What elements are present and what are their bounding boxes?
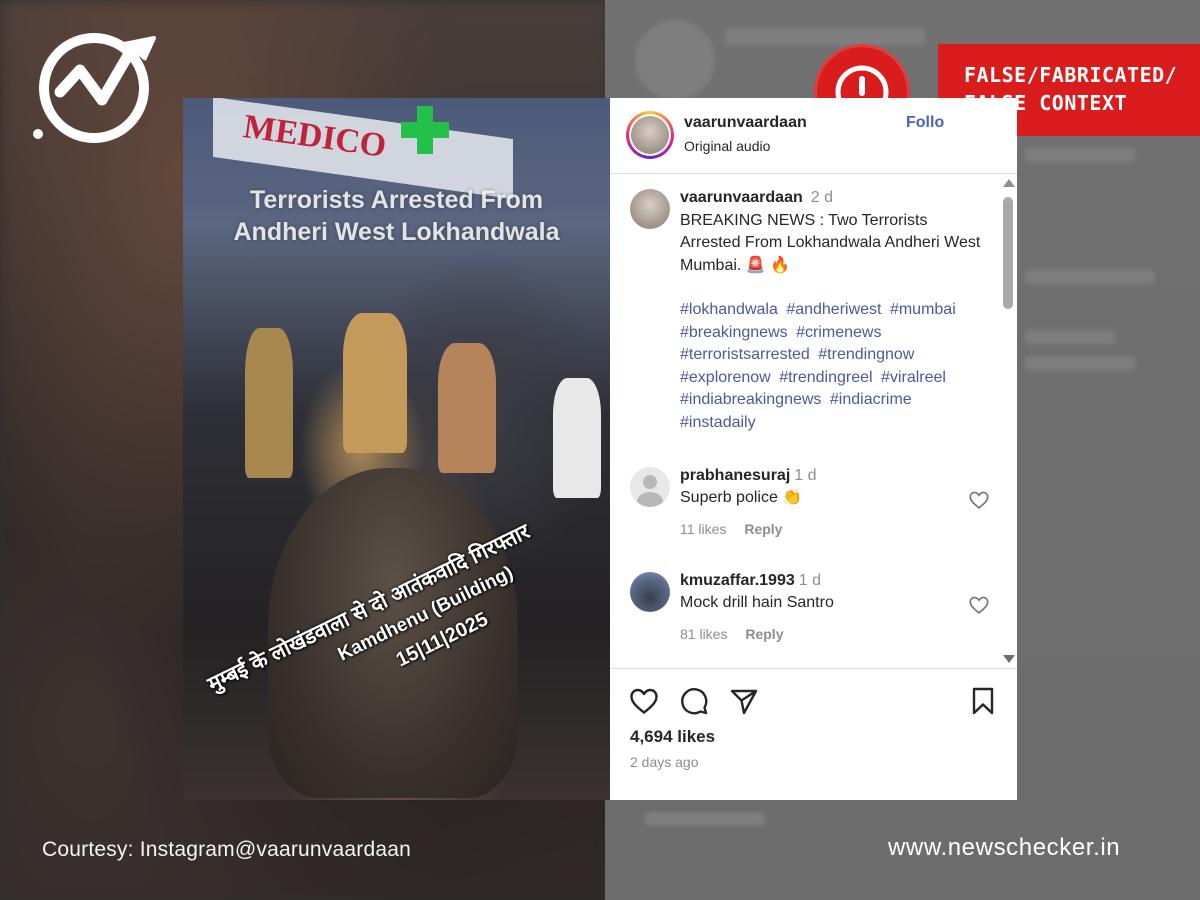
newschecker-logo [32,30,162,150]
video-title-line-1: Terrorists Arrested From [249,186,544,214]
comment-text: Superb police 👏 [680,489,803,506]
reel-video-frame[interactable]: MEDICO Terrorists Arrested From Andheri … [183,98,610,800]
comment-bubble-icon[interactable] [678,685,710,717]
comment-time: 1 d [798,572,821,589]
hashtag-link[interactable]: #mumbai [890,301,956,318]
comment-text: Mock drill hain Santro [680,594,834,611]
hashtag-link[interactable]: #breakingnews [680,324,788,341]
reply-button[interactable]: Reply [745,626,783,642]
comment-like-heart-icon[interactable] [968,489,990,511]
save-bookmark-icon[interactable] [967,685,999,717]
original-audio-link[interactable]: Original audio [684,138,770,154]
hashtag-link[interactable]: #indiabreakingnews [680,391,821,408]
crowd-figure [553,378,601,498]
comment-username[interactable]: kmuzaffar.1993 [680,572,795,589]
video-title-line-2: Andheri West Lokhandwala [233,218,560,246]
caption-avatar[interactable] [630,189,670,229]
instagram-post-panel: vaarunvaardaan Original audio Follo vaar… [610,98,1017,800]
like-heart-icon[interactable] [628,685,660,717]
story-avatar[interactable] [626,111,674,159]
pharmacy-cross-icon [401,106,449,154]
caption-time: 2 d [810,189,833,206]
follow-button[interactable]: Follo [906,114,944,132]
comment-username[interactable]: prabhanesuraj [680,467,790,484]
comments-scrollbar[interactable] [1002,175,1015,667]
reply-button[interactable]: Reply [744,521,782,537]
hashtag-link[interactable]: #indiacrime [830,391,912,408]
hashtag-list: #lokhandwala #andheriwest #mumbai #break… [680,299,985,434]
hashtag-link[interactable]: #instadaily [680,414,756,431]
scrollbar-thumb[interactable] [1003,197,1013,309]
hashtag-link[interactable]: #lokhandwala [680,301,778,318]
video-overlay-title: Terrorists Arrested From Andheri West Lo… [183,184,610,248]
post-likes-count[interactable]: 4,694 likes [630,727,715,747]
police-officer-figure [245,328,293,478]
comment-like-heart-icon[interactable] [968,594,990,616]
hashtag-link[interactable]: #trendingnow [818,346,914,363]
caption-username[interactable]: vaarunvaardaan [680,189,803,206]
comment-likes[interactable]: 81 likes [680,626,727,642]
hashtag-link[interactable]: #viralreel [881,369,946,386]
hashtag-link[interactable]: #explorenow [680,369,771,386]
comments-scroll-area[interactable]: vaarunvaardaan 2 d BREAKING NEWS : Two Te… [610,175,1017,667]
share-send-icon[interactable] [728,685,760,717]
scroll-up-arrow-icon[interactable] [1003,179,1015,187]
hashtag-link[interactable]: #trendingreel [779,369,872,386]
comment-likes[interactable]: 11 likes [680,521,726,537]
commenter-avatar[interactable] [630,572,670,612]
crowd-figure [438,343,496,473]
courtesy-credit: Courtesy: Instagram@vaarunvaardaan [42,838,411,861]
police-officer-figure [343,313,407,453]
commenter-avatar[interactable] [630,467,670,507]
hashtag-link[interactable]: #crimenews [796,324,881,341]
post-timestamp: 2 days ago [630,754,699,770]
header-username-link[interactable]: vaarunvaardaan [684,114,807,132]
comment-time: 1 d [794,467,817,484]
caption-text: BREAKING NEWS : Two Terrorists Arrested … [680,211,981,274]
verdict-line-1: FALSE/FABRICATED/ [964,63,1178,87]
post-actions-bar: 4,694 likes 2 days ago [610,668,1017,800]
hashtag-link[interactable]: #andheriwest [786,301,881,318]
site-url: www.newschecker.in [888,834,1121,861]
hashtag-link[interactable]: #terroristsarrested [680,346,810,363]
post-header: vaarunvaardaan Original audio Follo [610,98,1017,174]
avatar [631,116,669,154]
scroll-down-arrow-icon[interactable] [1003,655,1015,663]
